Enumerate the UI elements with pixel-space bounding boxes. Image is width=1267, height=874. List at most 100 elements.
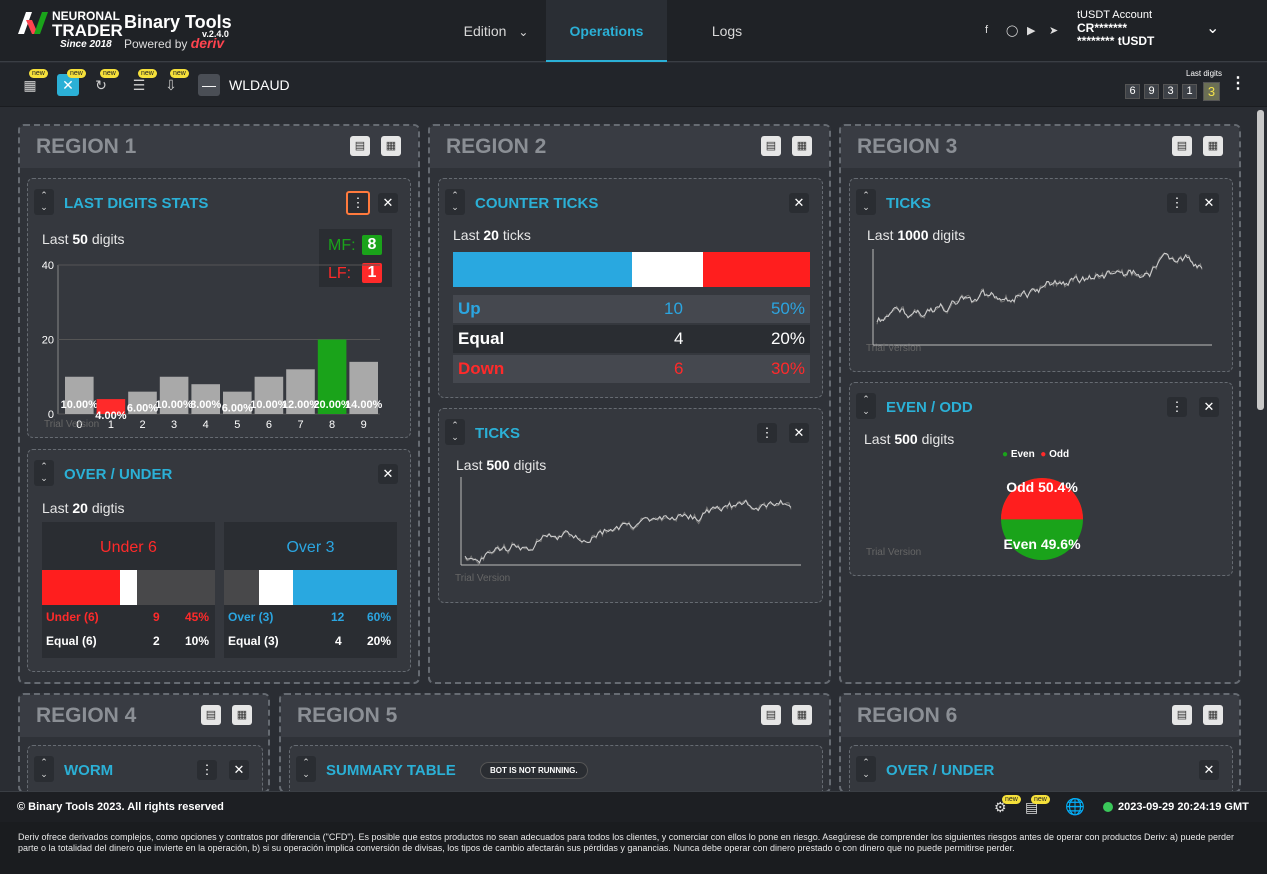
move-updown-icon[interactable]: ⌃ ⌄ <box>34 756 54 782</box>
close-icon[interactable]: ✕ <box>789 423 809 443</box>
x-tick-label: 8 <box>329 419 335 429</box>
brand-since: Since 2018 <box>60 39 112 50</box>
sub-suffix: ticks <box>502 227 531 243</box>
row-label: Under (6) <box>46 610 99 624</box>
more-vertical-icon[interactable]: ⋮ <box>1167 193 1187 213</box>
move-updown-icon[interactable]: ⌃ ⌄ <box>34 189 54 215</box>
region-6: REGION 6 ▤ ▦ ⌃ ⌄ OVER / UNDER ✕ <box>839 693 1241 805</box>
add-widget-icon[interactable]: ▦ <box>1203 136 1223 156</box>
bot-status-badge: BOT IS NOT RUNNING. <box>480 762 588 779</box>
more-vertical-icon[interactable]: ⋮ <box>757 423 777 443</box>
under-bar-fill <box>42 570 120 605</box>
download-icon[interactable]: ⇩ new <box>160 69 189 96</box>
row-count: 12 <box>331 610 345 624</box>
globe-icon[interactable]: 🌐 <box>1065 797 1085 817</box>
add-chart-icon[interactable]: ▤ <box>1172 136 1192 156</box>
move-updown-icon[interactable]: ⌃ ⌄ <box>856 189 876 215</box>
move-updown-icon[interactable]: ⌃ ⌄ <box>856 756 876 782</box>
sliders-icon[interactable]: ☰ new <box>128 69 157 96</box>
add-chart-icon[interactable]: ▤ <box>201 705 221 725</box>
row-pct: 20% <box>770 329 805 348</box>
tab-edition-label: Edition <box>463 23 507 39</box>
add-widget-icon[interactable]: ▦ <box>792 136 812 156</box>
row-label: Equal <box>458 329 505 348</box>
move-updown-icon[interactable]: ⌃ ⌄ <box>445 419 465 445</box>
sub-prefix: Last <box>42 500 69 516</box>
close-icon[interactable]: ✕ <box>789 193 809 213</box>
tab-logs[interactable]: Logs <box>690 0 764 62</box>
tab-operations[interactable]: Operations <box>546 0 667 62</box>
add-widget-icon[interactable]: ▦ <box>232 705 252 725</box>
row-label: Up <box>458 299 481 318</box>
move-updown-icon[interactable]: ⌃ ⌄ <box>296 756 316 782</box>
account-selector[interactable]: tUSDT Account CR******* ******** tUSDT <box>1077 9 1154 48</box>
sub-suffix: digits <box>921 431 955 447</box>
sync-icon[interactable]: ↻ new <box>90 69 119 96</box>
close-tool-icon[interactable]: ✕ new <box>57 69 86 96</box>
down-row: Down 6 30% <box>453 355 810 383</box>
row-pct: 45% <box>184 610 209 624</box>
close-icon[interactable]: ✕ <box>229 760 249 780</box>
row-count: 9 <box>153 610 160 624</box>
close-icon[interactable]: ✕ <box>1199 193 1219 213</box>
add-chart-icon[interactable]: ▤ <box>761 705 781 725</box>
move-updown-icon[interactable]: ⌃ ⌄ <box>856 393 876 419</box>
widget-title: OVER / UNDER <box>886 762 995 779</box>
tab-edition[interactable]: Edition ⌄ <box>448 0 544 62</box>
close-icon[interactable]: ✕ <box>1199 397 1219 417</box>
move-updown-icon[interactable]: ⌃ ⌄ <box>34 460 54 486</box>
add-widget-icon[interactable]: ▦ <box>792 705 812 725</box>
bar-data-label: 6.00% <box>127 403 158 415</box>
symbol-label: WLDAUD <box>229 77 290 93</box>
row-count: 4 <box>335 634 342 648</box>
region-title: REGION 1 <box>36 135 137 158</box>
row-count: 6 <box>674 359 684 378</box>
down-segment <box>702 252 810 287</box>
instagram-icon[interactable]: ◯ <box>1006 24 1018 37</box>
facebook-icon[interactable]: f <box>985 24 988 36</box>
close-icon[interactable]: ✕ <box>1199 760 1219 780</box>
add-chart-icon[interactable]: ▤ <box>350 136 370 156</box>
trial-watermark: Trial Version <box>866 343 922 354</box>
trial-watermark: Trial Version <box>866 547 922 558</box>
sub-prefix: Last <box>864 431 891 447</box>
more-vertical-icon[interactable]: ⋮ <box>346 191 370 215</box>
widget-subtitle: Last 50 digits <box>42 231 125 247</box>
add-chart-icon[interactable]: ▤ <box>1172 705 1192 725</box>
layout-icon[interactable]: ▦ new <box>19 69 48 96</box>
widget-title: TICKS <box>886 195 931 212</box>
row-count: 2 <box>153 634 160 648</box>
brand-logo-text: NEURONAL TRADER Since 2018 <box>52 10 123 51</box>
odd-dot-icon: ● <box>1040 449 1047 460</box>
region-4: REGION 4 ▤ ▦ ⌃ ⌄ WORM ⋮ ✕ <box>18 693 270 805</box>
region-header: REGION 2 ▤ ▦ <box>430 126 829 168</box>
region-title: REGION 3 <box>857 135 958 158</box>
account-chevron-down-icon[interactable]: ⌄ <box>1206 18 1219 38</box>
youtube-icon[interactable]: ▶ <box>1027 24 1035 37</box>
more-vertical-icon[interactable]: ⋮ <box>1230 73 1246 93</box>
more-vertical-icon[interactable]: ⋮ <box>1167 397 1187 417</box>
more-vertical-icon[interactable]: ⋮ <box>197 760 217 780</box>
move-updown-icon[interactable]: ⌃ ⌄ <box>445 189 465 215</box>
bar-data-label: 8.00% <box>190 399 221 411</box>
ticks-widget: ⌃ ⌄ TICKS ⋮ ✕ Last 500 digits Trial Versi… <box>438 408 823 603</box>
bar-data-label: 10.00% <box>155 399 193 411</box>
vertical-scrollbar[interactable] <box>1257 110 1264 410</box>
close-icon[interactable]: ✕ <box>378 193 398 213</box>
add-widget-icon[interactable]: ▦ <box>1203 705 1223 725</box>
add-widget-icon[interactable]: ▦ <box>381 136 401 156</box>
widget-title: WORM <box>64 762 114 779</box>
row-pct: 50% <box>770 299 805 318</box>
collapse-icon[interactable]: — <box>198 74 220 96</box>
under-equal-fill <box>119 570 138 605</box>
close-icon[interactable]: ✕ <box>378 464 398 484</box>
document-icon[interactable]: ▤ new <box>1025 795 1050 816</box>
telegram-icon[interactable]: ➤ <box>1049 24 1058 37</box>
settings-icon[interactable]: ⚙ new <box>994 795 1021 816</box>
sub-suffix: digtis <box>91 500 125 516</box>
risk-disclaimer: Deriv ofrece derivados complejos, como o… <box>0 822 1267 874</box>
ticks-widget: ⌃ ⌄ TICKS ⋮ ✕ Last 1000 digits Trial Vers… <box>849 178 1233 372</box>
add-chart-icon[interactable]: ▤ <box>761 136 781 156</box>
region-title: REGION 5 <box>297 704 398 727</box>
new-badge: new <box>1002 795 1021 804</box>
